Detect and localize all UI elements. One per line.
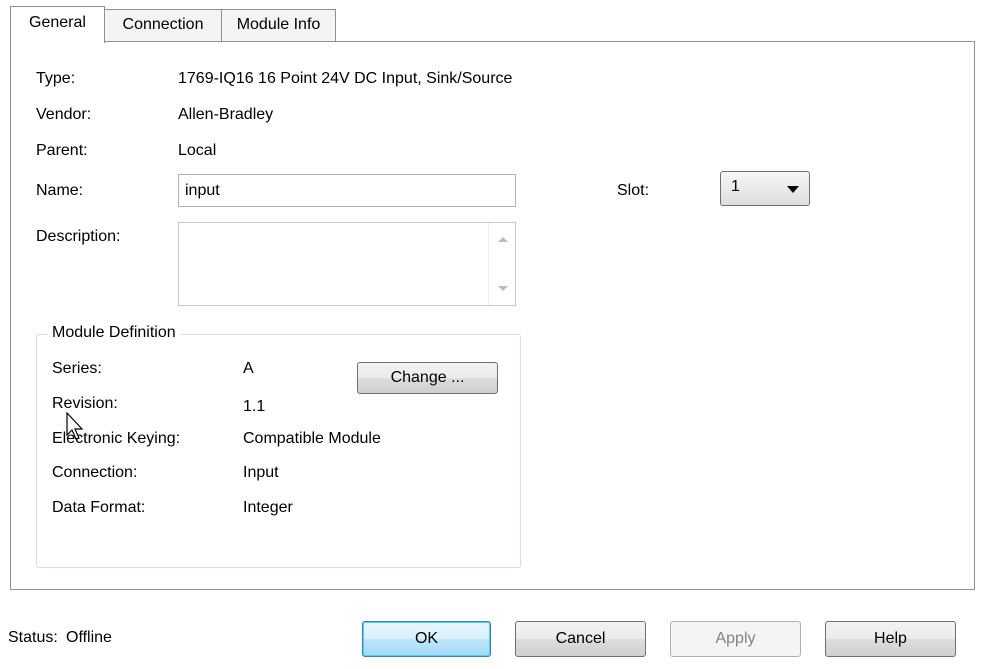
vendor-label: Vendor:: [36, 106, 92, 123]
help-button[interactable]: Help: [825, 621, 956, 657]
series-label: Series:: [52, 360, 102, 377]
revision-label: Revision:: [52, 395, 118, 412]
cancel-button[interactable]: Cancel: [515, 621, 646, 657]
vendor-value: Allen-Bradley: [178, 106, 274, 123]
revision-value: 1.1: [243, 398, 266, 415]
name-input[interactable]: [178, 174, 516, 207]
slot-selected-value: 1: [731, 178, 740, 195]
type-value: 1769-IQ16 16 Point 24V DC Input, Sink/So…: [178, 70, 513, 87]
name-label: Name:: [36, 182, 84, 199]
module-definition-title: Module Definition: [48, 324, 180, 342]
data-format-label: Data Format:: [52, 499, 146, 516]
change-button[interactable]: Change ...: [357, 362, 498, 394]
scroll-down-arrow-icon[interactable]: [498, 286, 508, 291]
tab-module-info[interactable]: Module Info: [221, 9, 336, 41]
chevron-down-icon: [787, 186, 799, 193]
mouse-pointer-icon: [66, 412, 84, 440]
description-label: Description:: [36, 228, 121, 245]
series-value: A: [243, 360, 254, 377]
data-format-value: Integer: [243, 499, 293, 516]
tab-connection[interactable]: Connection: [104, 9, 222, 41]
status-value: Offline: [66, 629, 112, 646]
tab-general[interactable]: General: [10, 6, 105, 43]
slot-label: Slot:: [617, 182, 650, 199]
parent-label: Parent:: [36, 142, 88, 159]
scroll-up-arrow-icon[interactable]: [498, 237, 508, 242]
description-textarea[interactable]: [178, 222, 516, 306]
description-scrollbar[interactable]: [488, 223, 515, 305]
type-label: Type:: [36, 70, 76, 87]
apply-button[interactable]: Apply: [670, 621, 801, 657]
connection-value: Input: [243, 464, 279, 481]
status-label: Status:: [8, 629, 58, 646]
parent-value: Local: [178, 142, 217, 159]
ok-button[interactable]: OK: [362, 621, 491, 657]
slot-select[interactable]: 1: [720, 171, 810, 206]
electronic-keying-value: Compatible Module: [243, 430, 381, 447]
connection-label: Connection:: [52, 464, 138, 481]
